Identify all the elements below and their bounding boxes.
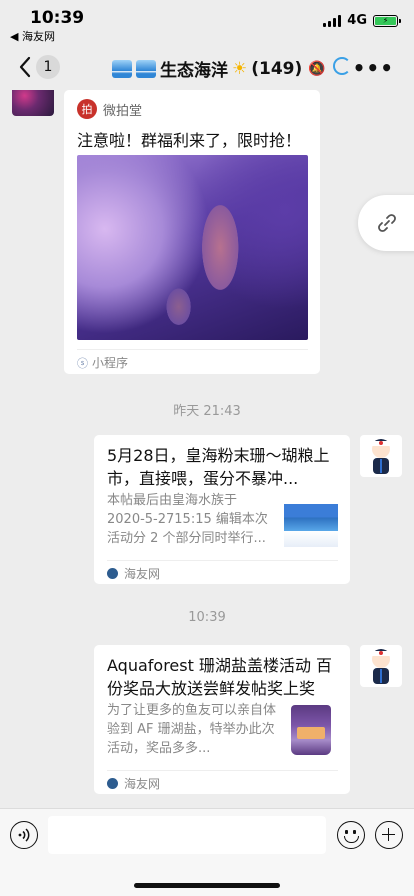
coral-image bbox=[77, 155, 308, 340]
mini-program-label: 小程序 bbox=[92, 356, 129, 370]
mini-program-footer: ⓢ 小程序 bbox=[77, 354, 128, 371]
link-icon bbox=[378, 214, 396, 232]
user-avatar[interactable] bbox=[360, 435, 402, 477]
link-card-thumbnail bbox=[284, 493, 338, 547]
link-card-title: Aquaforest 珊湖盐盖楼活动 百份奖品大放送尝鲜发帖奖上奖 bbox=[107, 656, 333, 698]
group-name: 生态海洋 bbox=[160, 61, 228, 81]
chat-message-list[interactable]: 拍 微拍堂 注意啦！群福利来了，限时抢！ ⓢ 小程序 昨天 21:43 5月28… bbox=[0, 90, 414, 808]
more-options-button[interactable]: ••• bbox=[353, 56, 394, 80]
status-bar: 10:39 ◀ 海友网 4G ⚡ bbox=[0, 0, 414, 44]
more-actions-button[interactable] bbox=[375, 821, 403, 849]
network-label: 4G bbox=[347, 13, 367, 28]
haiyouwang-logo-icon bbox=[107, 568, 118, 579]
weipaitang-logo-icon: 拍 bbox=[77, 99, 97, 119]
mute-bell-icon: 🔕 bbox=[308, 60, 326, 77]
mini-program-card[interactable]: 拍 微拍堂 注意啦！群福利来了，限时抢！ ⓢ 小程序 bbox=[64, 90, 320, 374]
chat-nav-bar: 1 生态海洋 ☀ (149) 🔕 ••• bbox=[0, 44, 414, 90]
message-timestamp: 10:39 bbox=[188, 610, 226, 625]
mini-program-source-name: 微拍堂 bbox=[103, 103, 143, 119]
link-card-source: 海友网 bbox=[124, 777, 161, 791]
divider bbox=[77, 349, 308, 350]
member-count: (149) bbox=[251, 58, 303, 79]
link-card-footer: 海友网 bbox=[107, 565, 160, 582]
wave-emoji-icon bbox=[136, 59, 156, 78]
divider bbox=[107, 770, 338, 771]
floating-link-button[interactable] bbox=[358, 195, 414, 251]
sun-emoji-icon: ☀ bbox=[232, 58, 248, 79]
home-indicator[interactable] bbox=[134, 883, 280, 888]
wave-emoji-icon bbox=[112, 59, 132, 78]
emoji-button[interactable] bbox=[337, 821, 365, 849]
sender-avatar[interactable] bbox=[12, 90, 54, 116]
link-card[interactable]: Aquaforest 珊湖盐盖楼活动 百份奖品大放送尝鲜发帖奖上奖 为了让更多的… bbox=[94, 645, 350, 794]
message-text-input[interactable] bbox=[48, 816, 326, 854]
mini-program-icon: ⓢ bbox=[77, 356, 88, 370]
divider bbox=[107, 560, 338, 561]
link-card-description: 本帖最后由皇海水族于 2020-5-2715:15 编辑本次活动分 2 个部分同… bbox=[107, 493, 268, 546]
mini-program-source: 拍 微拍堂 bbox=[77, 99, 142, 119]
loading-spinner-icon bbox=[333, 57, 351, 75]
mini-program-title: 注意啦！群福利来了，限时抢！ bbox=[77, 131, 302, 150]
voice-icon bbox=[18, 828, 30, 842]
link-card-source: 海友网 bbox=[124, 567, 161, 581]
link-card[interactable]: 5月28日，皇海粉末珊～瑚粮上市，直接喂，蛋分不暴冲... 本帖最后由皇海水族于… bbox=[94, 435, 350, 584]
link-card-description: 为了让更多的鱼友可以亲自体验到 AF 珊湖盐，特举办此次活动，奖品多多... bbox=[107, 703, 277, 756]
avatar-cartoon-icon bbox=[371, 649, 391, 684]
chevron-left-icon bbox=[19, 56, 31, 78]
battery-charging-icon: ⚡ bbox=[375, 16, 396, 25]
return-to-app-link[interactable]: ◀ 海友网 bbox=[10, 28, 55, 44]
battery-icon: ⚡ bbox=[373, 14, 401, 27]
message-timestamp: 昨天 21:43 bbox=[173, 404, 241, 419]
haiyouwang-logo-icon bbox=[107, 778, 118, 789]
back-button[interactable] bbox=[12, 54, 38, 80]
status-indicators: 4G ⚡ bbox=[323, 13, 401, 28]
link-card-footer: 海友网 bbox=[107, 775, 160, 792]
link-card-thumbnail bbox=[284, 703, 338, 757]
signal-icon bbox=[323, 14, 342, 27]
chat-title: 生态海洋 ☀ (149) 🔕 bbox=[112, 56, 326, 81]
link-card-title: 5月28日，皇海粉末珊～瑚粮上市，直接喂，蛋分不暴冲... bbox=[107, 446, 330, 488]
voice-input-button[interactable] bbox=[10, 821, 38, 849]
user-avatar[interactable] bbox=[360, 645, 402, 687]
avatar-cartoon-icon bbox=[371, 439, 391, 474]
status-time: 10:39 bbox=[30, 8, 85, 28]
unread-badge[interactable]: 1 bbox=[36, 55, 60, 79]
